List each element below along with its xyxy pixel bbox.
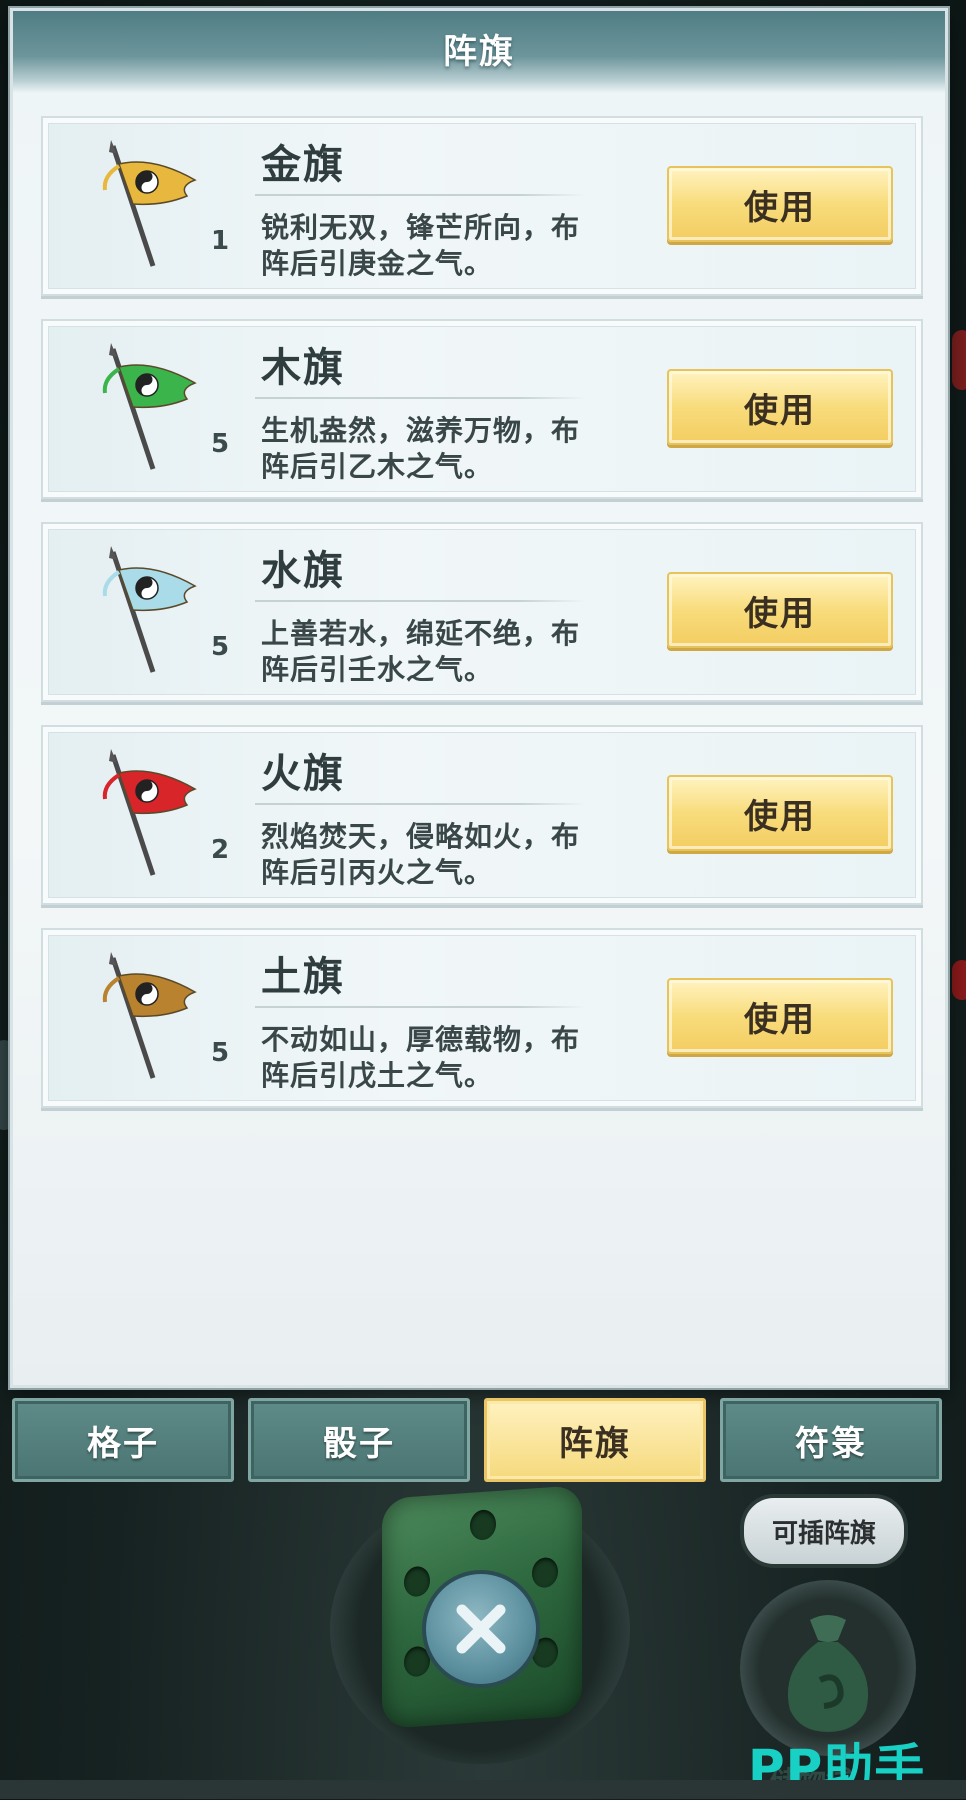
item-description: 生机盎然，滋养万物，布阵后引乙木之气。 (261, 414, 581, 483)
item-count: 5 (211, 429, 230, 459)
item-name: 土旗 (261, 953, 345, 1000)
use-button[interactable]: 使用 (667, 978, 893, 1054)
dice-pip (470, 1509, 496, 1541)
item-description: 不动如山，厚德载物，布阵后引戊土之气。 (261, 1023, 581, 1092)
category-tabs: 格子 骰子 阵旗 符箓 (12, 1398, 948, 1484)
use-button[interactable]: 使用 (667, 369, 893, 445)
side-decoration (952, 960, 966, 1000)
flag-card-fire: 2 火旗 烈焰焚天，侵略如火，布阵后引丙火之气。 使用 (41, 725, 923, 905)
flag-card-earth: 5 土旗 不动如山，厚德载物，布阵后引戊土之气。 使用 (41, 928, 923, 1108)
flag-list: 1 金旗 锐利无双，锋芒所向，布阵后引庚金之气。 使用 5 木旗 生机盎然，滋养… (41, 116, 923, 1131)
divider (255, 600, 585, 602)
divider (255, 194, 585, 196)
item-count: 2 (211, 835, 230, 865)
divider (255, 1006, 585, 1008)
item-name: 木旗 (261, 344, 345, 391)
flag-panel: 阵旗 1 金旗 锐利无双，锋芒所向，布阵后引庚金之气。 使用 5 木旗 生机盎然… (10, 8, 948, 1388)
gold-flag-icon (102, 140, 197, 267)
earth-flag-icon (102, 952, 197, 1079)
divider (255, 397, 585, 399)
panel-header: 阵旗 (13, 11, 945, 93)
item-count: 5 (211, 1038, 230, 1068)
close-icon (456, 1604, 506, 1654)
item-description: 烈焰焚天，侵略如火，布阵后引丙火之气。 (261, 820, 581, 889)
item-name: 金旗 (261, 141, 345, 188)
item-count: 5 (211, 632, 230, 662)
divider (255, 803, 585, 805)
item-name: 水旗 (261, 547, 345, 594)
item-count: 1 (211, 226, 230, 256)
close-button[interactable] (422, 1570, 540, 1688)
item-name: 火旗 (261, 750, 345, 797)
item-description: 锐利无双，锋芒所向，布阵后引庚金之气。 (261, 211, 581, 280)
water-flag-icon (102, 546, 197, 673)
hint-bubble: 可插阵旗 (740, 1494, 908, 1568)
use-button[interactable]: 使用 (667, 166, 893, 242)
tab-flags[interactable]: 阵旗 (484, 1398, 706, 1482)
flag-card-water: 5 水旗 上善若水，绵延不绝，布阵后引壬水之气。 使用 (41, 522, 923, 702)
fire-flag-icon (102, 749, 197, 876)
dice-pip (404, 1565, 430, 1598)
use-button[interactable]: 使用 (667, 572, 893, 648)
item-description: 上善若水，绵延不绝，布阵后引壬水之气。 (261, 617, 581, 686)
bottom-strip (0, 1780, 966, 1799)
side-decoration (952, 330, 966, 390)
tab-talismans[interactable]: 符箓 (720, 1398, 942, 1482)
wood-flag-icon (102, 343, 197, 470)
tab-dice[interactable]: 骰子 (248, 1398, 470, 1482)
dice-pip (532, 1556, 558, 1589)
panel-title: 阵旗 (443, 31, 515, 72)
flag-card-gold: 1 金旗 锐利无双，锋芒所向，布阵后引庚金之气。 使用 (41, 116, 923, 296)
tab-grid[interactable]: 格子 (12, 1398, 234, 1482)
flag-card-wood: 5 木旗 生机盎然，滋养万物，布阵后引乙木之气。 使用 (41, 319, 923, 499)
use-button[interactable]: 使用 (667, 775, 893, 851)
dice-area (330, 1485, 630, 1766)
